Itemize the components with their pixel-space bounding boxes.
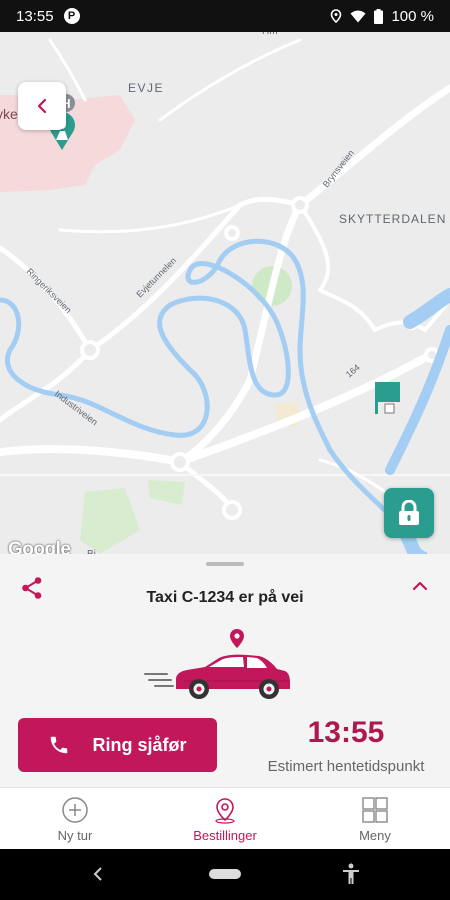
grid-icon — [362, 796, 388, 823]
nav-label-ny-tur: Ny tur — [57, 827, 93, 843]
map-label-skytterdalen: SKYTTERDALEN — [339, 212, 446, 226]
map-label-evje: EVJE — [128, 81, 164, 95]
plus-circle-icon — [62, 796, 88, 823]
system-home-button[interactable] — [209, 869, 241, 879]
lock-icon — [399, 500, 419, 525]
trip-status-sheet: Taxi C-1234 er på vei Ring sjåfør 13:55 … — [0, 554, 450, 787]
map-label-partial-top: Hm — [262, 32, 278, 37]
call-driver-button[interactable]: Ring sjåfør — [18, 718, 217, 772]
location-pin-icon — [215, 797, 235, 824]
nav-item-ny-tur[interactable]: Ny tur — [0, 788, 150, 850]
nav-label-bestillinger: Bestillinger — [193, 827, 257, 843]
status-time: 13:55 — [16, 7, 54, 25]
location-icon — [331, 9, 342, 23]
system-back-icon[interactable] — [92, 866, 104, 882]
phone-icon — [51, 736, 68, 754]
nav-item-bestillinger[interactable]: Bestillinger — [150, 788, 300, 850]
map-view[interactable]: EVJE ykehus SKYTTERDALEN Brynsveien Ring… — [0, 32, 450, 554]
battery-icon — [374, 8, 384, 24]
map-canvas: EVJE ykehus SKYTTERDALEN Brynsveien Ring… — [0, 32, 450, 554]
nav-label-meny: Meny — [359, 827, 391, 843]
trip-status-title: Taxi C-1234 er på vei — [146, 589, 304, 606]
chevron-left-icon — [37, 98, 47, 114]
sheet-drag-handle[interactable] — [206, 562, 244, 566]
lock-map-button[interactable] — [384, 488, 434, 538]
system-navigation-bar — [0, 849, 450, 900]
parking-app-icon: P — [63, 8, 80, 24]
bottom-navigation: Ny tur Bestillinger Meny — [0, 787, 450, 850]
battery-percent: 100 % — [391, 7, 434, 25]
accessibility-icon[interactable] — [341, 863, 361, 885]
status-bar: 13:55 P 100 % — [0, 0, 450, 32]
google-attribution: Google — [8, 539, 71, 554]
eta-label: Estimert hentetidspunkt — [267, 758, 425, 775]
eta-time: 13:55 — [307, 716, 385, 749]
taxi-car-icon — [144, 629, 290, 699]
call-driver-label: Ring sjåfør — [92, 734, 187, 755]
nav-item-meny[interactable]: Meny — [300, 788, 450, 850]
wifi-icon — [350, 10, 366, 22]
back-button[interactable] — [18, 82, 66, 130]
